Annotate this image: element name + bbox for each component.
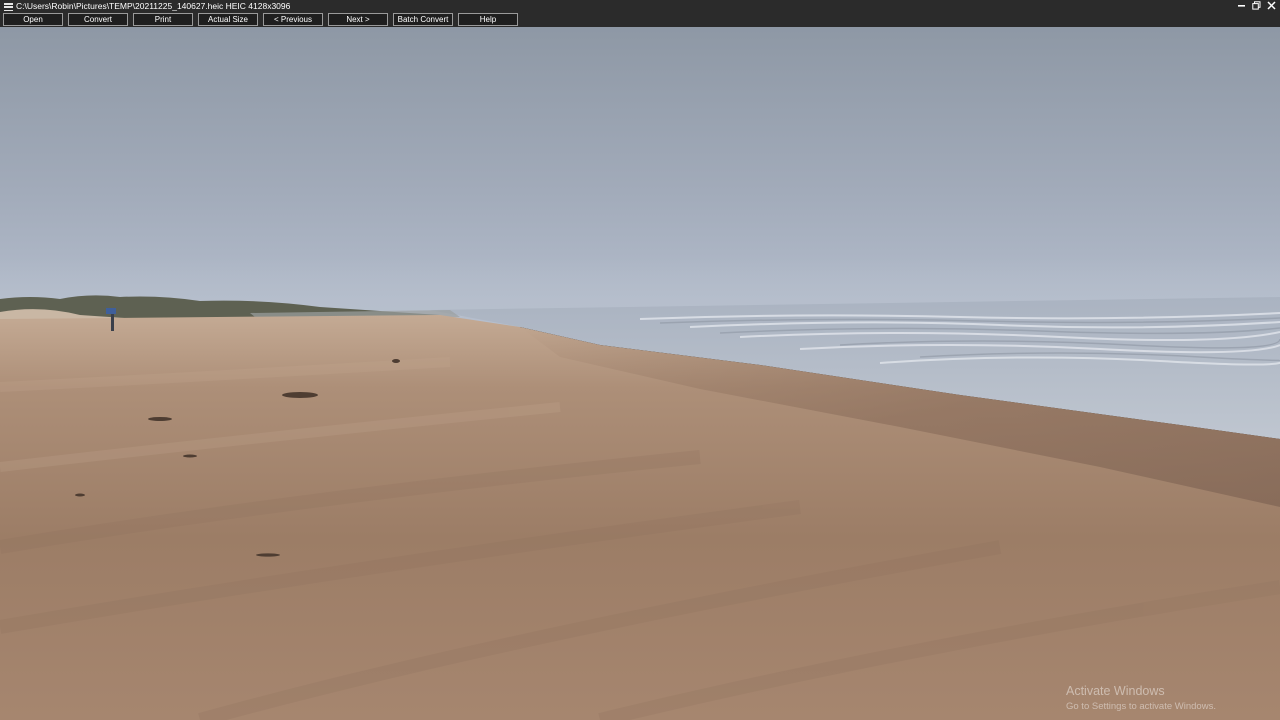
- title-bar: C:\Users\Robin\Pictures\TEMP\20211225_14…: [0, 0, 1280, 27]
- hamburger-menu-icon[interactable]: [4, 3, 13, 12]
- image-viewport[interactable]: Activate Windows Go to Settings to activ…: [0, 27, 1280, 720]
- window-title: C:\Users\Robin\Pictures\TEMP\20211225_14…: [16, 1, 291, 11]
- actual-size-button[interactable]: Actual Size: [198, 13, 258, 26]
- toolbar: Open Convert Print Actual Size < Previou…: [3, 13, 518, 26]
- next-button[interactable]: Next >: [328, 13, 388, 26]
- minimize-icon[interactable]: [1237, 1, 1246, 10]
- close-icon[interactable]: [1267, 1, 1276, 10]
- help-button[interactable]: Help: [458, 13, 518, 26]
- batch-convert-button[interactable]: Batch Convert: [393, 13, 453, 26]
- activate-windows-subtitle: Go to Settings to activate Windows.: [1066, 701, 1216, 712]
- print-button[interactable]: Print: [133, 13, 193, 26]
- beach-photo: [0, 27, 1280, 720]
- activate-windows-title: Activate Windows: [1066, 684, 1165, 698]
- open-button[interactable]: Open: [3, 13, 63, 26]
- convert-button[interactable]: Convert: [68, 13, 128, 26]
- maximize-icon[interactable]: [1252, 1, 1261, 10]
- window-controls: [1237, 1, 1276, 10]
- heic-viewer-window: C:\Users\Robin\Pictures\TEMP\20211225_14…: [0, 0, 1280, 720]
- activate-windows-watermark: Activate Windows Go to Settings to activ…: [1066, 684, 1216, 713]
- previous-button[interactable]: < Previous: [263, 13, 323, 26]
